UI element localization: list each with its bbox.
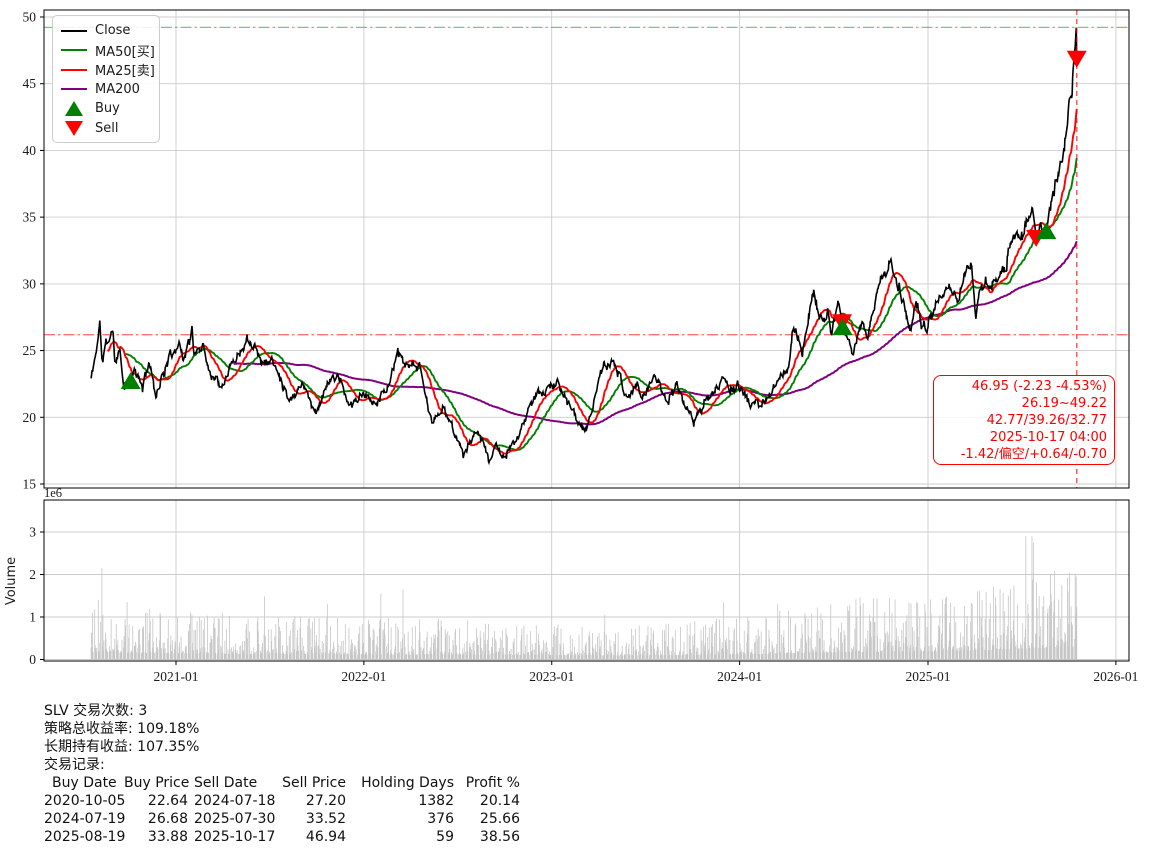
legend-label: Sell xyxy=(95,120,119,136)
hold-return-line: 长期持有收益: 107.35% xyxy=(44,739,200,755)
records-label: 交易记录: xyxy=(44,757,105,773)
sell-marker xyxy=(1066,50,1087,68)
close-line-swatch xyxy=(61,29,87,32)
x-tick-label: 2024-01 xyxy=(717,669,762,684)
price-y-tick-label: 35 xyxy=(23,210,37,225)
legend-label: MA25[卖] xyxy=(95,64,155,80)
x-tick-label: 2022-01 xyxy=(341,669,386,684)
volume-bars xyxy=(90,536,1078,660)
trade-count-line: SLV 交易次数: 3 xyxy=(44,703,148,719)
volume-y-tick-label: 1 xyxy=(29,610,36,625)
legend-label: MA200 xyxy=(95,81,140,97)
legend: Close MA50[买] MA25[卖] MA200 Buy Sell xyxy=(52,15,160,143)
strategy-return-line: 策略总收益率: 109.18% xyxy=(44,721,200,737)
annotation-datetime: 2025-10-17 04:00 xyxy=(989,430,1107,445)
price-y-tick-label: 25 xyxy=(23,343,37,358)
legend-label: MA50[买] xyxy=(95,44,155,60)
legend-label: Buy xyxy=(95,101,120,117)
sell-marker-icon xyxy=(61,120,87,136)
volume-offset-label: 1e6 xyxy=(44,486,62,500)
x-tick-label: 2023-01 xyxy=(529,669,574,684)
price-y-tick-label: 50 xyxy=(23,10,37,25)
volume-y-tick-label: 0 xyxy=(29,652,36,667)
trade-table-header: Buy Date Buy Price Sell Date Sell Price … xyxy=(52,775,520,791)
legend-item-sell: Sell xyxy=(53,119,159,139)
trade-table-row: 2024-07-19 26.68 2025-07-30 33.52 376 25… xyxy=(44,811,520,827)
legend-item-ma50: MA50[买] xyxy=(53,41,159,61)
x-tick-label: 2025-01 xyxy=(906,669,951,684)
price-y-tick-label: 30 xyxy=(23,276,37,291)
legend-label: Close xyxy=(95,23,131,39)
ma200-line-swatch xyxy=(61,88,87,91)
price-y-tick-label: 20 xyxy=(23,410,37,425)
trade-table-row: 2025-08-19 33.88 2025-10-17 46.94 59 38.… xyxy=(44,829,520,845)
close-line xyxy=(90,27,1078,466)
annotation-bias: -1.42/偏空/+0.64/-0.70 xyxy=(960,447,1107,462)
legend-item-buy: Buy xyxy=(53,99,159,119)
x-tick-label: 2021-01 xyxy=(154,669,199,684)
ma25-line xyxy=(106,108,1078,455)
volume-y-tick-label: 3 xyxy=(29,525,36,540)
trade-table-row: 2020-10-05 22.64 2024-07-18 27.20 1382 2… xyxy=(44,793,520,809)
annotation-ma-values: 42.77/39.26/32.77 xyxy=(986,413,1107,428)
figure: 15 20 25 30 35 40 45 50 0 1 2 3 2021-01 2022-01 2023-0… xyxy=(0,0,1156,857)
price-volume-chart: 15 20 25 30 35 40 45 50 0 1 2 3 2021-01 2022-01 2023-0… xyxy=(4,9,1138,684)
buy-marker-icon xyxy=(61,101,87,117)
ma50-line-swatch xyxy=(61,49,87,52)
legend-item-ma200: MA200 xyxy=(53,80,159,100)
summary-block: SLV 交易次数: 3 策略总收益率: 109.18% 长期持有收益: 107.… xyxy=(44,702,520,846)
volume-axis-label: Volume xyxy=(4,557,19,605)
price-y-tick-label: 45 xyxy=(23,76,37,91)
ma25-line-swatch xyxy=(61,68,87,71)
volume-y-tick-label: 2 xyxy=(29,567,36,582)
annotation-range: 26.19~49.22 xyxy=(1021,396,1107,411)
price-y-tick-label: 40 xyxy=(23,143,37,158)
x-tick-label: 2026-01 xyxy=(1093,669,1138,684)
annotation-box: 46.95 (-2.23 -4.53%) 26.19~49.22 42.77/3… xyxy=(933,375,1115,465)
legend-item-close: Close xyxy=(53,21,159,41)
legend-item-ma25: MA25[卖] xyxy=(53,60,159,80)
annotation-last-price: 46.95 (-2.23 -4.53%) xyxy=(971,379,1107,394)
price-y-tick-label: 15 xyxy=(23,477,37,492)
